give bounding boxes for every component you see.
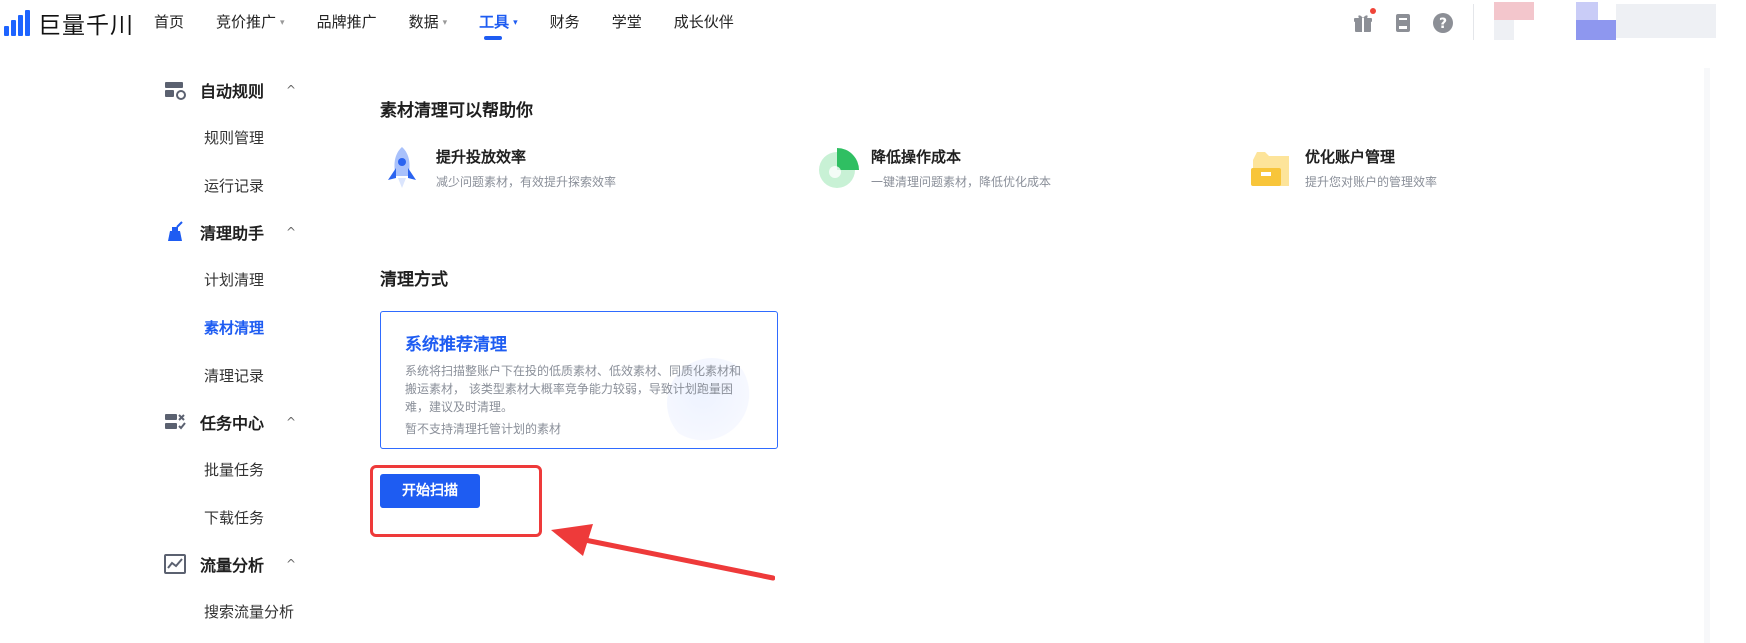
nav-item-finance[interactable]: 财务 [550,0,580,46]
chevron-up-icon[interactable]: ^ [286,557,296,571]
feature-cost: 降低操作成本 一键清理问题素材，降低优化成本 [815,144,1051,192]
nav-item-tools[interactable]: 工具 ▾ [479,0,518,46]
sidebar-item-material-cleanup[interactable]: 素材清理 [204,317,264,338]
feature-desc: 一键清理问题素材，降低优化成本 [871,175,1052,189]
top-navigation-bar: 巨量千川 首页 竞价推广 ▾ 品牌推广 数据 ▾ 工具 ▾ 财务 学堂 成长伙伴 ? [0,0,1746,46]
app-logo[interactable]: 巨量千川 [4,9,134,39]
content-panel-edge [1704,68,1710,643]
feature-account-management: 优化账户管理 提升您对账户的管理效率 [1249,144,1437,192]
task-center-icon [164,411,186,433]
sidebar-item-run-records[interactable]: 运行记录 [204,175,264,196]
top-icon-group: ? [1352,8,1454,34]
sidebar-item-cleanup-records[interactable]: 清理记录 [204,365,264,386]
help-icon[interactable]: ? [1432,12,1454,34]
nav-item-bidding[interactable]: 竞价推广 ▾ [216,0,285,46]
feature-desc: 减少问题素材，有效提升探索效率 [436,175,617,189]
traffic-chart-icon [164,553,186,575]
sidebar-group-traffic-analysis[interactable]: 流量分析 ^ [164,552,296,576]
notification-dot [1370,8,1376,14]
caret-down-icon: ▾ [513,18,518,28]
nav-item-growth-partner[interactable]: 成长伙伴 [674,0,734,46]
caret-down-icon: ▾ [442,18,448,28]
sidebar-item-rule-management[interactable]: 规则管理 [204,127,264,148]
method-title: 清理方式 [380,270,448,290]
pie-chart-icon [815,144,859,192]
rocket-icon [380,144,424,192]
sidebar-group-cleanup-assistant[interactable]: 清理助手 ^ [164,220,296,244]
main-nav: 首页 竞价推广 ▾ 品牌推广 数据 ▾ 工具 ▾ 财务 学堂 成长伙伴 [154,0,766,46]
sidebar-group-task-center[interactable]: 任务中心 ^ [164,410,296,434]
chevron-up-icon[interactable]: ^ [286,415,296,429]
card-title: 系统推荐清理 [405,335,507,355]
system-recommended-cleanup-card[interactable]: 系统推荐清理 系统将扫描整账户下在投的低质素材、低效素材、同质化素材和搬运素材，… [380,311,778,449]
chevron-up-icon[interactable]: ^ [286,83,296,97]
sidebar-group-auto-rules[interactable]: 自动规则 ^ [164,78,296,102]
logo-bars-icon [4,10,32,36]
feature-efficiency: 提升投放效率 减少问题素材，有效提升探索效率 [380,144,616,192]
feature-desc: 提升您对账户的管理效率 [1305,175,1438,189]
nav-item-data[interactable]: 数据 ▾ [409,0,448,46]
folder-icon [1249,144,1293,192]
sidebar-item-search-traffic-analysis[interactable]: 搜索流量分析 [204,601,294,622]
annotation-highlight-box [370,465,542,537]
nav-item-brand[interactable]: 品牌推广 [317,0,377,46]
feature-title: 降低操作成本 [871,148,962,166]
svg-text:?: ? [1439,16,1447,32]
gift-icon[interactable] [1352,8,1376,34]
sidebar-item-batch-tasks[interactable]: 批量任务 [204,459,264,480]
sidebar: 自动规则 ^ 规则管理 运行记录 清理助手 ^ 计划清理 素材清理 清理记录 任… [0,46,350,643]
card-description: 系统将扫描整账户下在投的低质素材、低效素材、同质化素材和搬运素材， 该类型素材大… [405,364,742,414]
app-name: 巨量千川 [38,13,134,39]
sidebar-item-download-tasks[interactable]: 下载任务 [204,507,264,528]
caret-down-icon: ▾ [280,18,285,28]
card-note: 暂不支持清理托管计划的素材 [405,422,562,436]
broom-icon [164,221,186,243]
chevron-up-icon[interactable]: ^ [286,225,296,239]
annotation-arrow-icon [551,524,775,581]
intro-title: 素材清理可以帮助你 [380,101,533,121]
feature-title: 优化账户管理 [1305,148,1396,166]
header-divider [1473,4,1474,40]
feature-title: 提升投放效率 [436,148,527,166]
nav-item-academy[interactable]: 学堂 [612,0,642,46]
sidebar-item-plan-cleanup[interactable]: 计划清理 [204,269,264,290]
nav-item-home[interactable]: 首页 [154,0,184,46]
auto-rule-icon [164,79,186,101]
document-icon[interactable] [1392,12,1414,34]
